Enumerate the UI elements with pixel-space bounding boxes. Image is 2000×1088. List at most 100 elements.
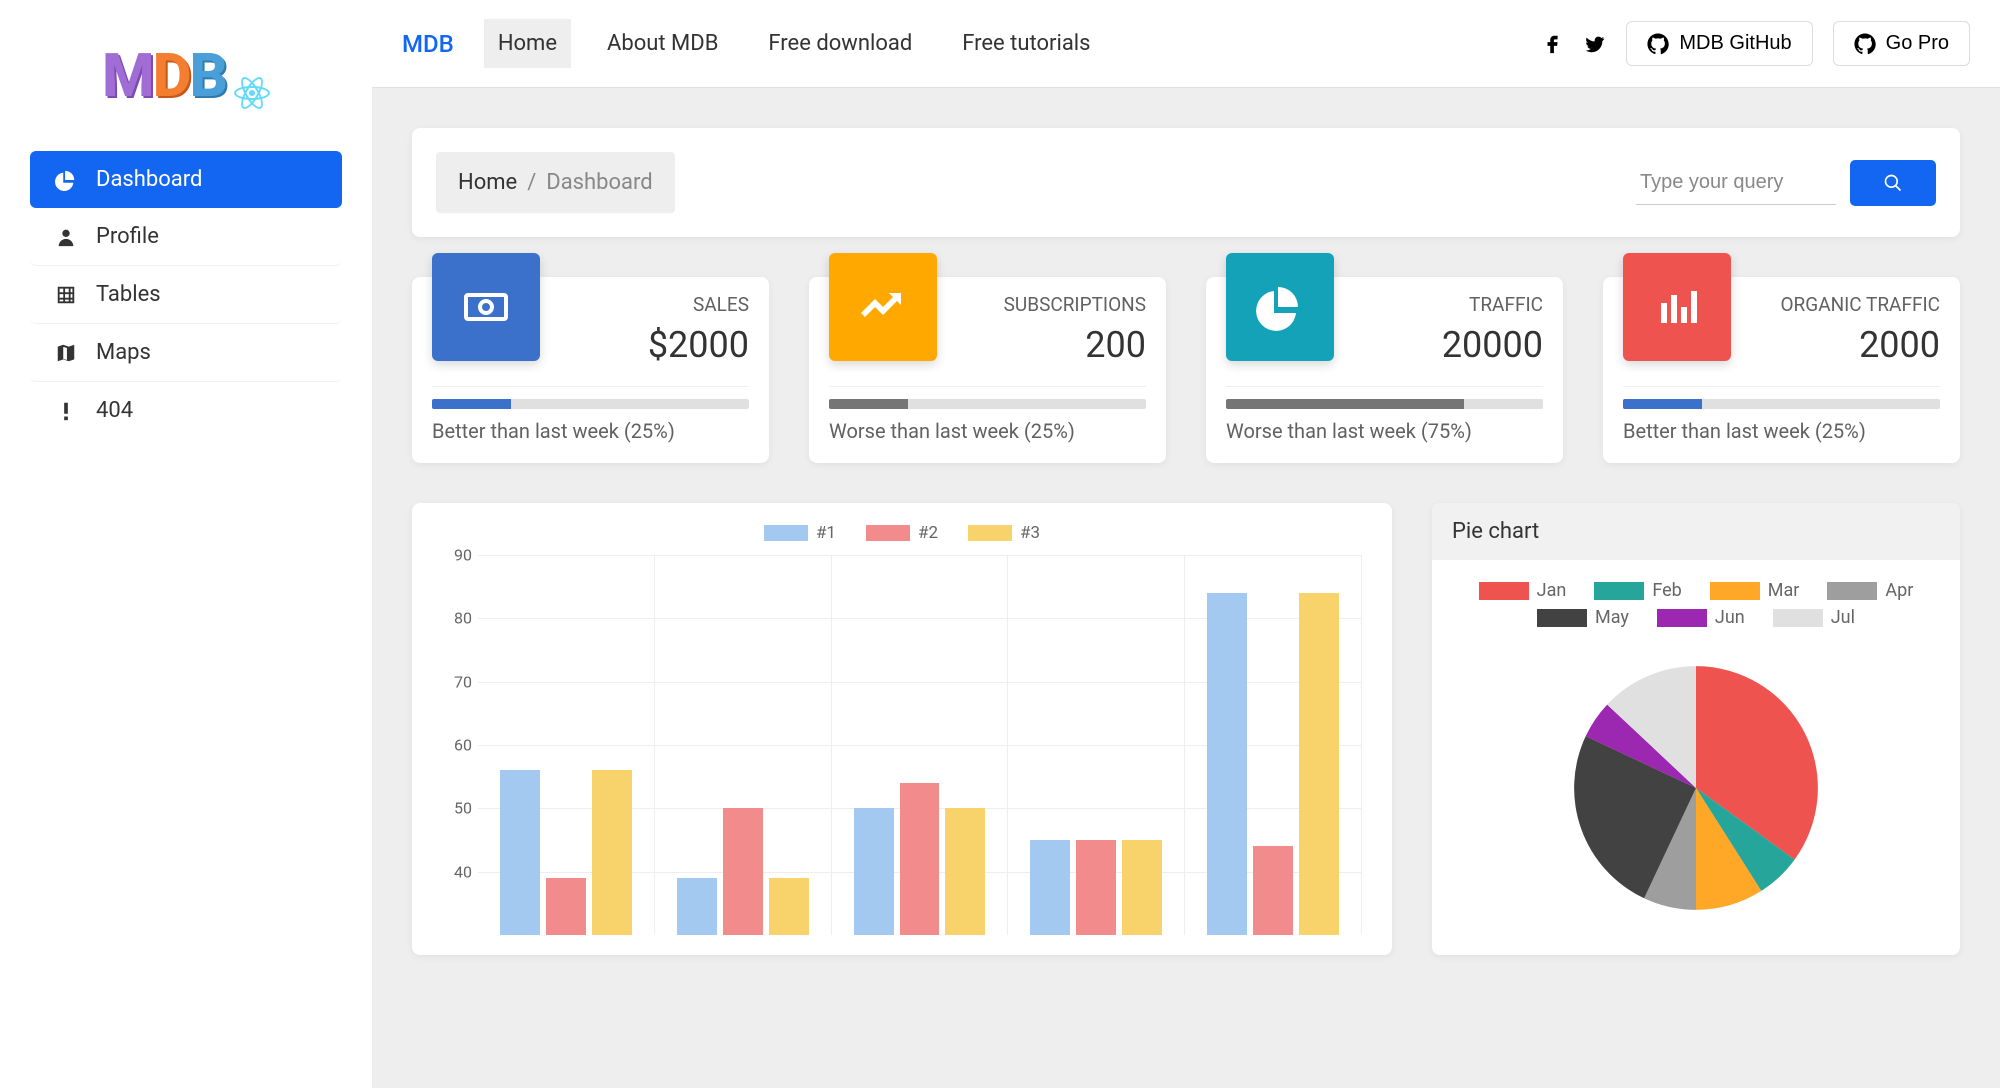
stat-card-subscriptions: SUBSCRIPTIONS 200 Worse than last week (…: [809, 277, 1166, 463]
pie-chart: [1452, 648, 1940, 918]
bar: [592, 770, 632, 935]
breadcrumb-current: Dashboard: [546, 170, 652, 195]
stat-progress: [432, 399, 749, 409]
map-icon: [50, 342, 82, 364]
sidebar-item-404[interactable]: 404: [30, 382, 342, 439]
stat-value: 200: [1004, 324, 1146, 366]
bar-legend-item[interactable]: #1: [764, 523, 836, 543]
pie-legend-item[interactable]: Mar: [1710, 580, 1800, 601]
pie-legend-item[interactable]: Jan: [1479, 580, 1567, 601]
stat-label: SALES: [648, 293, 749, 316]
y-axis-tick: 40: [442, 862, 472, 881]
bar: [1122, 840, 1162, 935]
bar: [677, 878, 717, 935]
sidebar-item-dashboard[interactable]: Dashboard: [30, 151, 342, 208]
pie-legend-item[interactable]: Apr: [1827, 580, 1913, 601]
bar-legend-item[interactable]: #2: [866, 523, 938, 543]
bar: [945, 808, 985, 935]
user-icon: [50, 226, 82, 248]
pie-legend-item[interactable]: Jun: [1657, 607, 1745, 628]
bar-group: [1008, 555, 1185, 935]
search-button[interactable]: [1850, 160, 1936, 206]
chart-pie-icon: [1226, 253, 1334, 361]
bar-group: [655, 555, 832, 935]
stat-trend: Better than last week (25%): [432, 419, 749, 443]
bar: [1299, 593, 1339, 935]
bar: [500, 770, 540, 935]
brand-logo: MDB: [30, 20, 342, 151]
pie-chart-card: Pie chart Jan Feb Mar Apr May Jun Jul: [1432, 503, 1960, 955]
trend-line-icon: [829, 253, 937, 361]
stat-label: ORGANIC TRAFFIC: [1780, 293, 1940, 316]
sidebar-item-tables[interactable]: Tables: [30, 266, 342, 324]
y-axis-tick: 50: [442, 799, 472, 818]
pie-chart-legend: Jan Feb Mar Apr May Jun Jul: [1452, 580, 1940, 628]
brand-link[interactable]: MDB: [402, 30, 454, 58]
bar: [546, 878, 586, 935]
breadcrumb-card: Home / Dashboard: [412, 128, 1960, 237]
sidebar-item-profile[interactable]: Profile: [30, 208, 342, 266]
search-input[interactable]: [1636, 161, 1836, 205]
twitter-icon[interactable]: [1584, 33, 1606, 55]
gopro-button[interactable]: Go Pro: [1833, 21, 1970, 66]
sidebar-item-label: Tables: [96, 282, 161, 307]
bar: [723, 808, 763, 935]
y-axis-tick: 70: [442, 672, 472, 691]
pie-legend-item[interactable]: May: [1537, 607, 1629, 628]
github-icon: [1647, 33, 1669, 55]
stat-trend: Worse than last week (25%): [829, 419, 1146, 443]
bar: [854, 808, 894, 935]
bar-chart-icon: [1623, 253, 1731, 361]
y-axis-tick: 60: [442, 736, 472, 755]
bar-chart-legend: #1 #2 #3: [442, 523, 1362, 543]
breadcrumb-home[interactable]: Home: [458, 170, 517, 195]
stat-card-sales: SALES $2000 Better than last week (25%): [412, 277, 769, 463]
stat-progress: [829, 399, 1146, 409]
bar: [1207, 593, 1247, 935]
sidebar-item-label: Profile: [96, 224, 159, 249]
topnav-link-about-mdb[interactable]: About MDB: [593, 19, 732, 68]
topnav-link-free-tutorials[interactable]: Free tutorials: [948, 19, 1104, 68]
chart-pie-icon: [50, 169, 82, 191]
stat-label: TRAFFIC: [1442, 293, 1543, 316]
topnav-link-free-download[interactable]: Free download: [754, 19, 926, 68]
sidebar-item-label: Maps: [96, 340, 151, 365]
react-icon: [234, 75, 270, 111]
pie-legend-item[interactable]: Feb: [1594, 580, 1681, 601]
bar-group: [832, 555, 1009, 935]
stat-progress: [1226, 399, 1543, 409]
bar: [900, 783, 940, 935]
topnav-link-home[interactable]: Home: [484, 19, 571, 68]
bar: [769, 878, 809, 935]
stat-trend: Worse than last week (75%): [1226, 419, 1543, 443]
table-icon: [50, 284, 82, 306]
bar-group: [1185, 555, 1362, 935]
sidebar-item-maps[interactable]: Maps: [30, 324, 342, 382]
facebook-icon[interactable]: [1542, 33, 1564, 55]
pie-legend-item[interactable]: Jul: [1773, 607, 1855, 628]
bar-legend-item[interactable]: #3: [968, 523, 1040, 543]
bar-chart: 908070605040: [478, 555, 1362, 935]
bar: [1253, 846, 1293, 935]
exclaim-icon: [50, 400, 82, 422]
stat-progress: [1623, 399, 1940, 409]
stat-card-organic-traffic: ORGANIC TRAFFIC 2000 Better than last we…: [1603, 277, 1960, 463]
y-axis-tick: 80: [442, 609, 472, 628]
stat-card-traffic: TRAFFIC 20000 Worse than last week (75%): [1206, 277, 1563, 463]
breadcrumb-separator: /: [527, 170, 536, 195]
topbar: MDB Home About MDB Free download Free tutor…: [372, 0, 2000, 88]
stat-trend: Better than last week (25%): [1623, 419, 1940, 443]
github-button[interactable]: MDB GitHub: [1626, 21, 1812, 66]
stat-value: $2000: [648, 324, 749, 366]
pie-chart-title: Pie chart: [1432, 503, 1960, 560]
sidebar-item-label: 404: [96, 398, 133, 423]
stat-label: SUBSCRIPTIONS: [1004, 293, 1146, 316]
search-icon: [1883, 173, 1903, 193]
gopro-button-label: Go Pro: [1886, 32, 1949, 55]
breadcrumb: Home / Dashboard: [436, 152, 675, 213]
github-icon: [1854, 33, 1876, 55]
sidebar-item-label: Dashboard: [96, 167, 202, 192]
stat-value: 20000: [1442, 324, 1543, 366]
bar: [1030, 840, 1070, 935]
stat-value: 2000: [1780, 324, 1940, 366]
